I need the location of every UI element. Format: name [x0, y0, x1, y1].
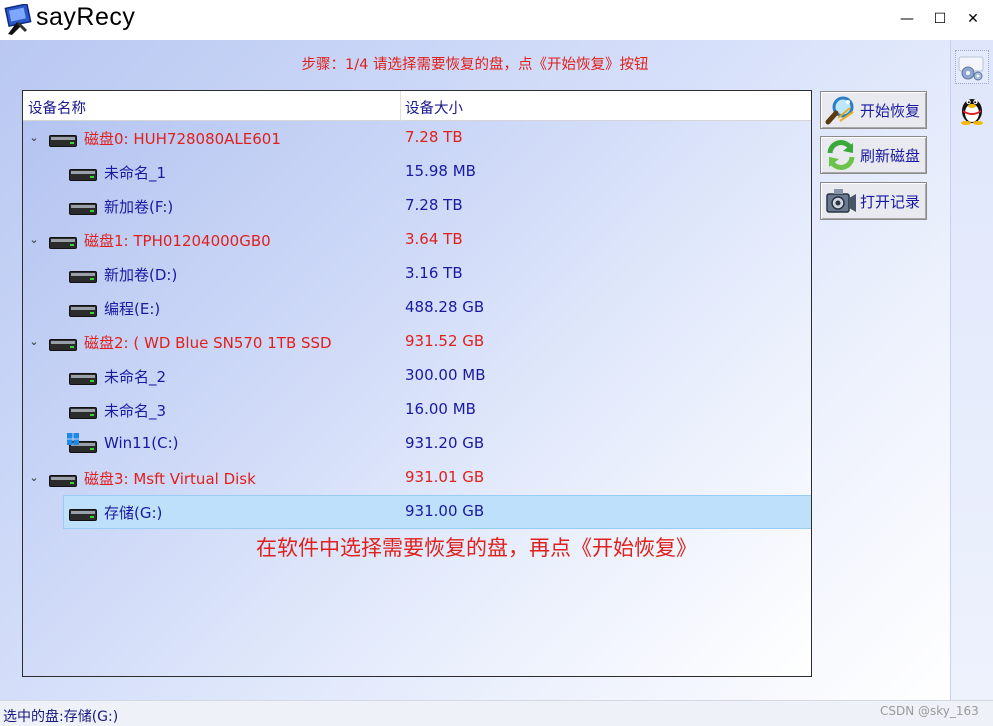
column-header-device-size[interactable]: 设备大小 [405, 97, 463, 118]
device-size: 931.01 GB [405, 468, 485, 486]
expand-chevron-icon[interactable]: ⌄ [27, 471, 41, 485]
step-instruction: 步骤：1/4 请选择需要恢复的盘，点《开始恢复》按钮 [301, 57, 649, 73]
open-log-label: 打开记录 [860, 192, 921, 211]
device-name: 磁盘3: Msft Virtual Disk [84, 470, 256, 488]
device-size: 931.20 GB [405, 434, 485, 452]
expand-chevron-icon[interactable]: ⌄ [27, 131, 41, 145]
partition-row[interactable]: 存储(G:) 931.00 GB [23, 495, 811, 529]
close-button[interactable]: ✕ [958, 6, 988, 32]
maximize-button[interactable]: ☐ [925, 6, 955, 32]
hard-drive-icon [49, 336, 77, 351]
start-recovery-button[interactable]: 开始恢复 [820, 91, 927, 129]
device-size: 15.98 MB [405, 162, 476, 180]
settings-gears-icon[interactable] [955, 50, 989, 84]
hard-drive-icon [49, 132, 77, 147]
device-name: 新加卷(D:) [104, 266, 178, 284]
device-name: 编程(E:) [104, 300, 161, 318]
partition-row[interactable]: 未命名_3 16.00 MB [23, 393, 811, 427]
hard-drive-icon [69, 370, 97, 385]
disk-row[interactable]: ⌄ 磁盘1: TPH01204000GB0 3.64 TB [23, 223, 811, 257]
window-title: sayRecy [36, 3, 136, 31]
partition-row[interactable]: 编程(E:) 488.28 GB [23, 291, 811, 325]
refresh-icon [827, 140, 855, 170]
device-size: 3.16 TB [405, 264, 463, 282]
refresh-disks-label: 刷新磁盘 [860, 146, 921, 165]
annotation-text: 在软件中选择需要恢复的盘，再点《开始恢复》 [256, 536, 697, 560]
hard-drive-icon [69, 302, 97, 317]
disk-row[interactable]: ⌄ 磁盘0: HUH728080ALE601 7.28 TB [23, 121, 811, 155]
partition-row[interactable]: 新加卷(D:) 3.16 TB [23, 257, 811, 291]
hard-drive-icon [69, 404, 97, 419]
hard-drive-icon [69, 268, 97, 283]
device-name: 磁盘1: TPH01204000GB0 [84, 232, 271, 250]
hard-drive-icon [49, 472, 77, 487]
open-log-button[interactable]: 打开记录 [820, 182, 927, 220]
device-size: 16.00 MB [405, 400, 476, 418]
hard-drive-icon [69, 200, 97, 215]
magnifier-icon [825, 96, 854, 125]
device-size: 931.00 GB [405, 502, 485, 520]
device-name: 新加卷(F:) [104, 198, 174, 216]
hard-drive-icon [69, 166, 97, 181]
main-panel: 步骤：1/4 请选择需要恢复的盘，点《开始恢复》按钮 设备名称 设备大小 ⌄ 磁盘… [0, 40, 950, 700]
partition-row[interactable]: 新加卷(F:) 7.28 TB [23, 189, 811, 223]
refresh-disks-button[interactable]: 刷新磁盘 [820, 136, 927, 174]
column-divider[interactable] [400, 91, 401, 121]
device-name: 未命名_2 [104, 368, 167, 386]
qq-penguin-icon[interactable] [955, 90, 989, 125]
status-bar: 选中的盘:存储(G:) CSDN @sky_163 [0, 700, 993, 726]
device-name: 磁盘2: ( WD Blue SN570 1TB SSD [84, 334, 332, 352]
start-recovery-label: 开始恢复 [860, 101, 921, 120]
expand-chevron-icon[interactable]: ⌄ [27, 233, 41, 247]
device-name: 未命名_3 [104, 402, 167, 420]
disk-row[interactable]: ⌄ 磁盘3: Msft Virtual Disk 931.01 GB [23, 461, 811, 495]
hard-drive-icon [49, 234, 77, 249]
watermark: CSDN @sky_163 [880, 704, 979, 718]
disk-row[interactable]: ⌄ 磁盘2: ( WD Blue SN570 1TB SSD 931.52 GB [23, 325, 811, 359]
device-size: 300.00 MB [405, 366, 486, 384]
device-size: 931.52 GB [405, 332, 485, 350]
hard-drive-icon [69, 506, 97, 521]
device-name: 磁盘0: HUH728080ALE601 [84, 130, 281, 148]
device-size: 488.28 GB [405, 298, 485, 316]
tree-header: 设备名称 设备大小 [23, 91, 811, 121]
device-name: 存储(G:) [104, 504, 163, 522]
device-size: 7.28 TB [405, 128, 463, 146]
device-name: 未命名_1 [104, 164, 167, 182]
column-header-device-name[interactable]: 设备名称 [28, 97, 86, 118]
windows-icon [67, 430, 79, 449]
device-tree[interactable]: 设备名称 设备大小 ⌄ 磁盘0: HUH728080ALE601 7.28 TB 未命… [22, 90, 812, 677]
device-size: 3.64 TB [405, 230, 463, 248]
expand-chevron-icon[interactable]: ⌄ [27, 335, 41, 349]
penguin-icon [961, 99, 983, 125]
partition-row[interactable]: 未命名_2 300.00 MB [23, 359, 811, 393]
minimize-button[interactable]: — [892, 6, 922, 32]
title-bar[interactable]: sayRecy — ☐ ✕ [0, 0, 993, 40]
app-logo-icon [4, 4, 32, 35]
camera-icon [826, 189, 856, 213]
side-toolbar [950, 40, 993, 700]
device-name: Win11(C:) [104, 434, 179, 452]
gears-icon [958, 56, 984, 81]
partition-row[interactable]: Win11(C:) 931.20 GB [23, 427, 811, 461]
partition-row[interactable]: 未命名_1 15.98 MB [23, 155, 811, 189]
device-size: 7.28 TB [405, 196, 463, 214]
selected-disk-status: 选中的盘:存储(G:) [3, 709, 119, 725]
